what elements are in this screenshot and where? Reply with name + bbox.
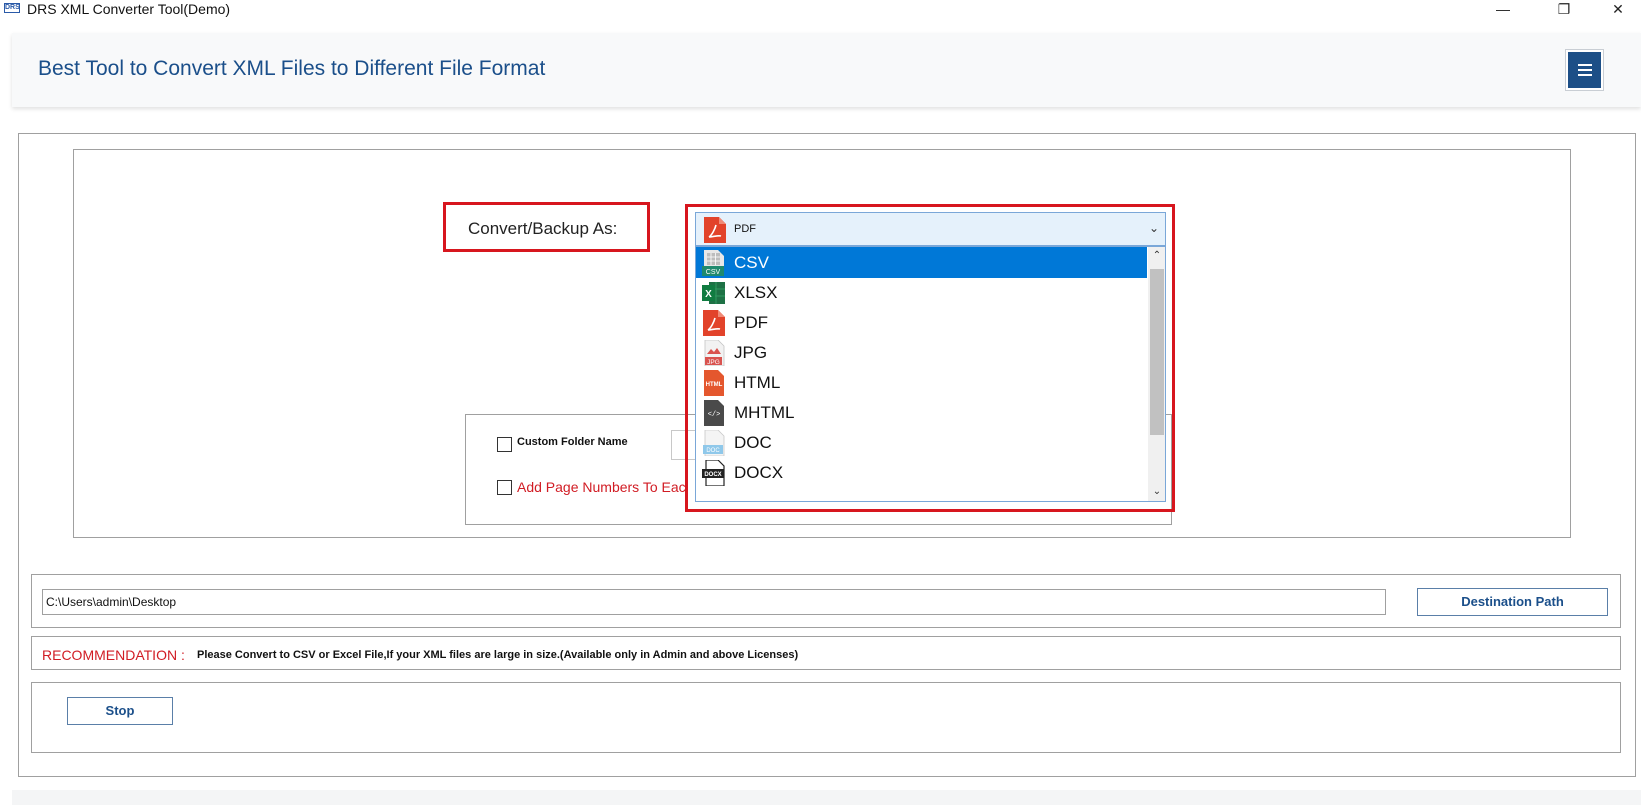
recommendation-text: Please Convert to CSV or Excel File,If y… [197,649,799,661]
format-options-list[interactable]: CSV CSV X XLSX PDF JPG JPG HTML HTML </>… [695,246,1166,502]
restore-button[interactable]: ❐ [1541,0,1587,22]
custom-folder-label: Custom Folder Name [517,436,628,448]
destination-path-button[interactable]: Destination Path [1417,588,1608,616]
mhtml-icon: </> [704,400,724,426]
xlsx-icon: X [702,282,725,304]
jpg-icon: JPG [704,340,725,366]
svg-text:HTML: HTML [706,382,723,388]
option-csv[interactable]: CSV CSV [696,247,1147,278]
option-pdf[interactable]: PDF [696,307,1147,338]
stop-button[interactable]: Stop [67,697,173,725]
svg-text:DOCX: DOCX [704,472,721,478]
svg-text:</>: </> [708,411,721,419]
svg-text:DOC: DOC [706,448,720,454]
option-docx[interactable]: DOCX DOCX [696,457,1147,488]
page-numbers-label: Add Page Numbers To Eac [517,479,686,495]
footer-strip [12,790,1641,805]
close-button[interactable]: ✕ [1595,0,1641,22]
format-select[interactable]: PDF ⌄ [695,212,1166,246]
option-label: HTML [734,373,781,392]
hamburger-icon [1568,52,1601,88]
menu-button[interactable] [1565,49,1604,91]
csv-icon: CSV [702,250,724,276]
option-label: JPG [734,343,768,362]
app-logo-icon: DRS [4,3,20,13]
convert-label-highlight: Convert/Backup As: [443,202,650,252]
option-mhtml[interactable]: </> MHTML [696,397,1147,428]
option-doc[interactable]: DOC DOC [696,427,1147,458]
option-label: DOC [734,433,772,452]
minimize-button[interactable]: — [1480,0,1526,22]
pdf-icon [703,310,725,336]
html-icon: HTML [704,370,724,396]
scroll-up-icon[interactable]: ⌃ [1148,247,1165,265]
option-label: PDF [734,313,768,332]
option-label: CSV [734,253,769,272]
actions-panel [31,682,1621,753]
option-xlsx[interactable]: X XLSX [696,277,1147,308]
list-scrollbar[interactable]: ⌃ ⌄ [1148,247,1165,501]
destination-path-input[interactable]: C:\Users\admin\Desktop [42,589,1386,615]
option-label: XLSX [734,283,778,302]
custom-folder-checkbox[interactable] [497,437,512,452]
app-header: Best Tool to Convert XML Files to Differ… [12,33,1641,107]
convert-label: Convert/Backup As: [468,219,618,238]
svg-text:CSV: CSV [706,269,721,276]
select-value: PDF [734,223,756,235]
recommendation-label: RECOMMENDATION : [42,647,185,663]
docx-icon: DOCX [702,460,725,486]
header-title: Best Tool to Convert XML Files to Differ… [38,57,546,80]
option-jpg[interactable]: JPG JPG [696,337,1147,368]
svg-text:X: X [705,289,712,300]
page-numbers-checkbox[interactable] [497,480,512,495]
option-label: MHTML [734,403,795,422]
doc-icon: DOC [703,430,725,456]
window-title: DRS XML Converter Tool(Demo) [27,1,231,17]
title-bar: DRS DRS XML Converter Tool(Demo) — ❐ ✕ [0,0,1641,22]
scroll-down-icon[interactable]: ⌄ [1148,483,1165,501]
option-html[interactable]: HTML HTML [696,367,1147,398]
chevron-down-icon: ⌄ [1148,221,1159,235]
svg-text:JPG: JPG [707,359,720,366]
scroll-thumb[interactable] [1150,269,1164,435]
option-label: DOCX [734,463,784,482]
pdf-icon [704,217,726,243]
